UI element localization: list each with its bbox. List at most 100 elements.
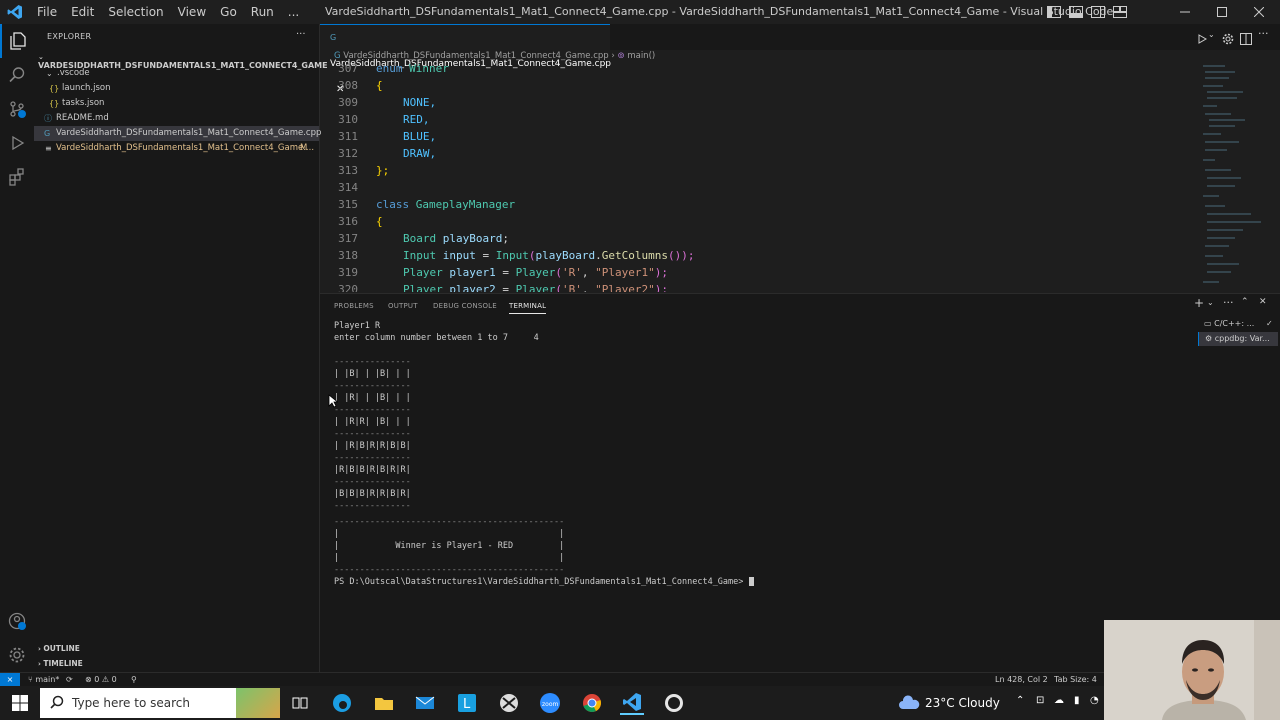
network-icon[interactable]: ◔ xyxy=(1090,695,1099,706)
tab-problems[interactable]: PROBLEMS xyxy=(334,302,374,310)
close-button[interactable] xyxy=(1236,0,1280,24)
extensions-icon[interactable] xyxy=(0,160,34,194)
taskbar-search-input[interactable]: Type here to search xyxy=(40,688,280,718)
run-debug-icon[interactable] xyxy=(0,126,34,160)
info-icon: ⓘ xyxy=(44,114,52,123)
menu-edit[interactable]: Edit xyxy=(64,0,101,24)
more-actions-icon[interactable]: ··· xyxy=(1258,27,1269,40)
terminal-line: --------------- xyxy=(334,381,411,391)
menu-selection[interactable]: Selection xyxy=(101,0,170,24)
customize-layout-icon[interactable] xyxy=(1112,4,1128,20)
activity-bar xyxy=(0,24,34,672)
sync-icon[interactable]: ⟳ xyxy=(66,673,73,687)
terminal-instance-cppdbg[interactable]: ⚙ cppdbg: Var... xyxy=(1198,332,1278,346)
chrome-icon[interactable] xyxy=(580,691,604,715)
more-actions-icon[interactable]: ··· xyxy=(1223,296,1234,309)
zoom-icon[interactable]: zoom xyxy=(538,691,562,715)
run-dropdown-icon[interactable]: ⌄ xyxy=(1208,30,1215,39)
json-icon: {} xyxy=(49,84,60,93)
mail-icon[interactable] xyxy=(413,691,437,715)
menu-file[interactable]: File xyxy=(30,0,64,24)
json-icon: {} xyxy=(49,99,60,108)
terminal-instance-cpp[interactable]: ▭ C/C++: ... ✓ xyxy=(1198,317,1278,331)
error-count: 0 xyxy=(94,675,100,684)
tree-file-launch-json[interactable]: {} launch.json xyxy=(34,81,319,96)
file-explorer-icon[interactable] xyxy=(372,691,396,715)
outline-section[interactable]: › OUTLINE xyxy=(38,644,80,653)
debug-status-icon[interactable]: ⚲ xyxy=(131,673,137,687)
tray-chevron-icon[interactable]: ⌃ xyxy=(1016,695,1024,706)
settings-gear-icon[interactable] xyxy=(1222,30,1234,49)
terminal-line: |B|B|B|R|R|B|R| xyxy=(334,489,411,499)
terminal-dropdown-icon[interactable]: ⌄ xyxy=(1207,298,1214,307)
terminal-instance-label: cppdbg: Var... xyxy=(1214,334,1270,343)
search-icon[interactable] xyxy=(0,58,34,92)
menu-more[interactable]: ... xyxy=(281,0,306,24)
tree-label: launch.json xyxy=(62,83,111,93)
new-terminal-icon[interactable]: + xyxy=(1194,296,1204,310)
tree-file-tasks-json[interactable]: {} tasks.json xyxy=(34,96,319,111)
timeline-section[interactable]: › TIMELINE xyxy=(38,659,83,668)
run-file-icon[interactable] xyxy=(1196,30,1208,49)
onedrive-icon[interactable]: ☁ xyxy=(1054,695,1064,706)
terminal-line: --------------- xyxy=(334,501,411,511)
maximize-panel-icon[interactable]: ⌃ xyxy=(1241,297,1249,307)
xbox-icon[interactable] xyxy=(497,691,521,715)
more-actions-icon[interactable]: ··· xyxy=(296,29,306,40)
task-view-icon[interactable] xyxy=(288,691,312,715)
tree-file-cpp[interactable]: G VardeSiddharth_DSFundamentals1_Mat1_Con… xyxy=(34,126,321,141)
source-control-icon[interactable] xyxy=(0,92,34,126)
problems-status[interactable]: ⊗ 0 ⚠ 0 xyxy=(85,673,117,687)
remote-indicator[interactable]: ⨯ xyxy=(0,673,20,686)
minimap[interactable] xyxy=(1195,60,1267,292)
terminal-line: --------------- xyxy=(334,477,411,487)
terminal-line: | |R|B|R|R|B|B| xyxy=(334,441,411,451)
line-number: 316 xyxy=(338,215,358,228)
manage-gear-icon[interactable] xyxy=(0,638,34,672)
tree-file-exe[interactable]: ≡ VardeSiddharth_DSFundamentals1_Mat1_Con… xyxy=(34,141,319,156)
terminal-line: | |B| | |B| | | xyxy=(334,369,411,379)
terminal-line: --------------- xyxy=(334,453,411,463)
cursor-position[interactable]: Ln 428, Col 2 xyxy=(995,673,1048,687)
mouse-cursor-icon xyxy=(328,393,339,412)
search-icon xyxy=(50,695,64,712)
terminal-output[interactable]: Player1 R enter column number between 1 … xyxy=(334,321,754,587)
windows-start-icon[interactable] xyxy=(8,691,32,715)
terminal-cursor xyxy=(748,577,754,586)
line-number: 315 xyxy=(338,198,358,211)
explorer-icon[interactable] xyxy=(0,24,34,58)
terminal-line: ----------------------------------------… xyxy=(334,517,565,527)
vscode-taskbar-icon[interactable] xyxy=(620,691,644,715)
tab-output[interactable]: OUTPUT xyxy=(388,302,418,310)
menu-run[interactable]: Run xyxy=(244,0,281,24)
tray-app-icon[interactable]: ⊡ xyxy=(1036,695,1044,706)
edge-browser-icon[interactable] xyxy=(330,691,354,715)
editor-tab-active[interactable]: G VardeSiddharth_DSFundamentals1_Mat1_Co… xyxy=(320,24,611,95)
outline-label: OUTLINE xyxy=(43,644,80,653)
terminal-line: | |R| | |B| | | xyxy=(334,393,411,403)
battery-icon[interactable]: ▮ xyxy=(1074,695,1080,706)
code-editor[interactable]: 307 enum Winner 308{ 309 NONE, 310 RED, 311… xyxy=(320,60,1200,292)
obs-icon[interactable] xyxy=(662,691,686,715)
branch-status[interactable]: ⑂ main* xyxy=(28,673,59,687)
account-icon[interactable] xyxy=(0,604,34,638)
tab-debug-console[interactable]: DEBUG CONSOLE xyxy=(433,302,497,310)
weather-text[interactable]: 23°C Cloudy xyxy=(925,696,1000,710)
tab-size[interactable]: Tab Size: 4 xyxy=(1054,673,1097,687)
tree-folder-vscode[interactable]: ⌄ .vscode xyxy=(34,66,319,81)
modified-badge: M xyxy=(300,143,308,153)
close-panel-icon[interactable]: ✕ xyxy=(1259,297,1267,307)
split-editor-icon[interactable] xyxy=(1240,30,1252,49)
line-number: 307 xyxy=(338,62,358,75)
toggle-sidebar-icon[interactable] xyxy=(1046,4,1062,20)
toggle-secondary-sidebar-icon[interactable] xyxy=(1090,4,1106,20)
tab-terminal[interactable]: TERMINAL xyxy=(509,302,547,314)
app-l-icon[interactable]: L xyxy=(455,691,479,715)
tree-file-readme[interactable]: ⓘ README.md xyxy=(34,111,319,126)
search-placeholder: Type here to search xyxy=(72,696,190,710)
toggle-panel-icon[interactable] xyxy=(1068,4,1084,20)
menu-view[interactable]: View xyxy=(171,0,213,24)
menu-go[interactable]: Go xyxy=(213,0,244,24)
svg-text:zoom: zoom xyxy=(542,701,558,708)
timeline-label: TIMELINE xyxy=(43,659,83,668)
